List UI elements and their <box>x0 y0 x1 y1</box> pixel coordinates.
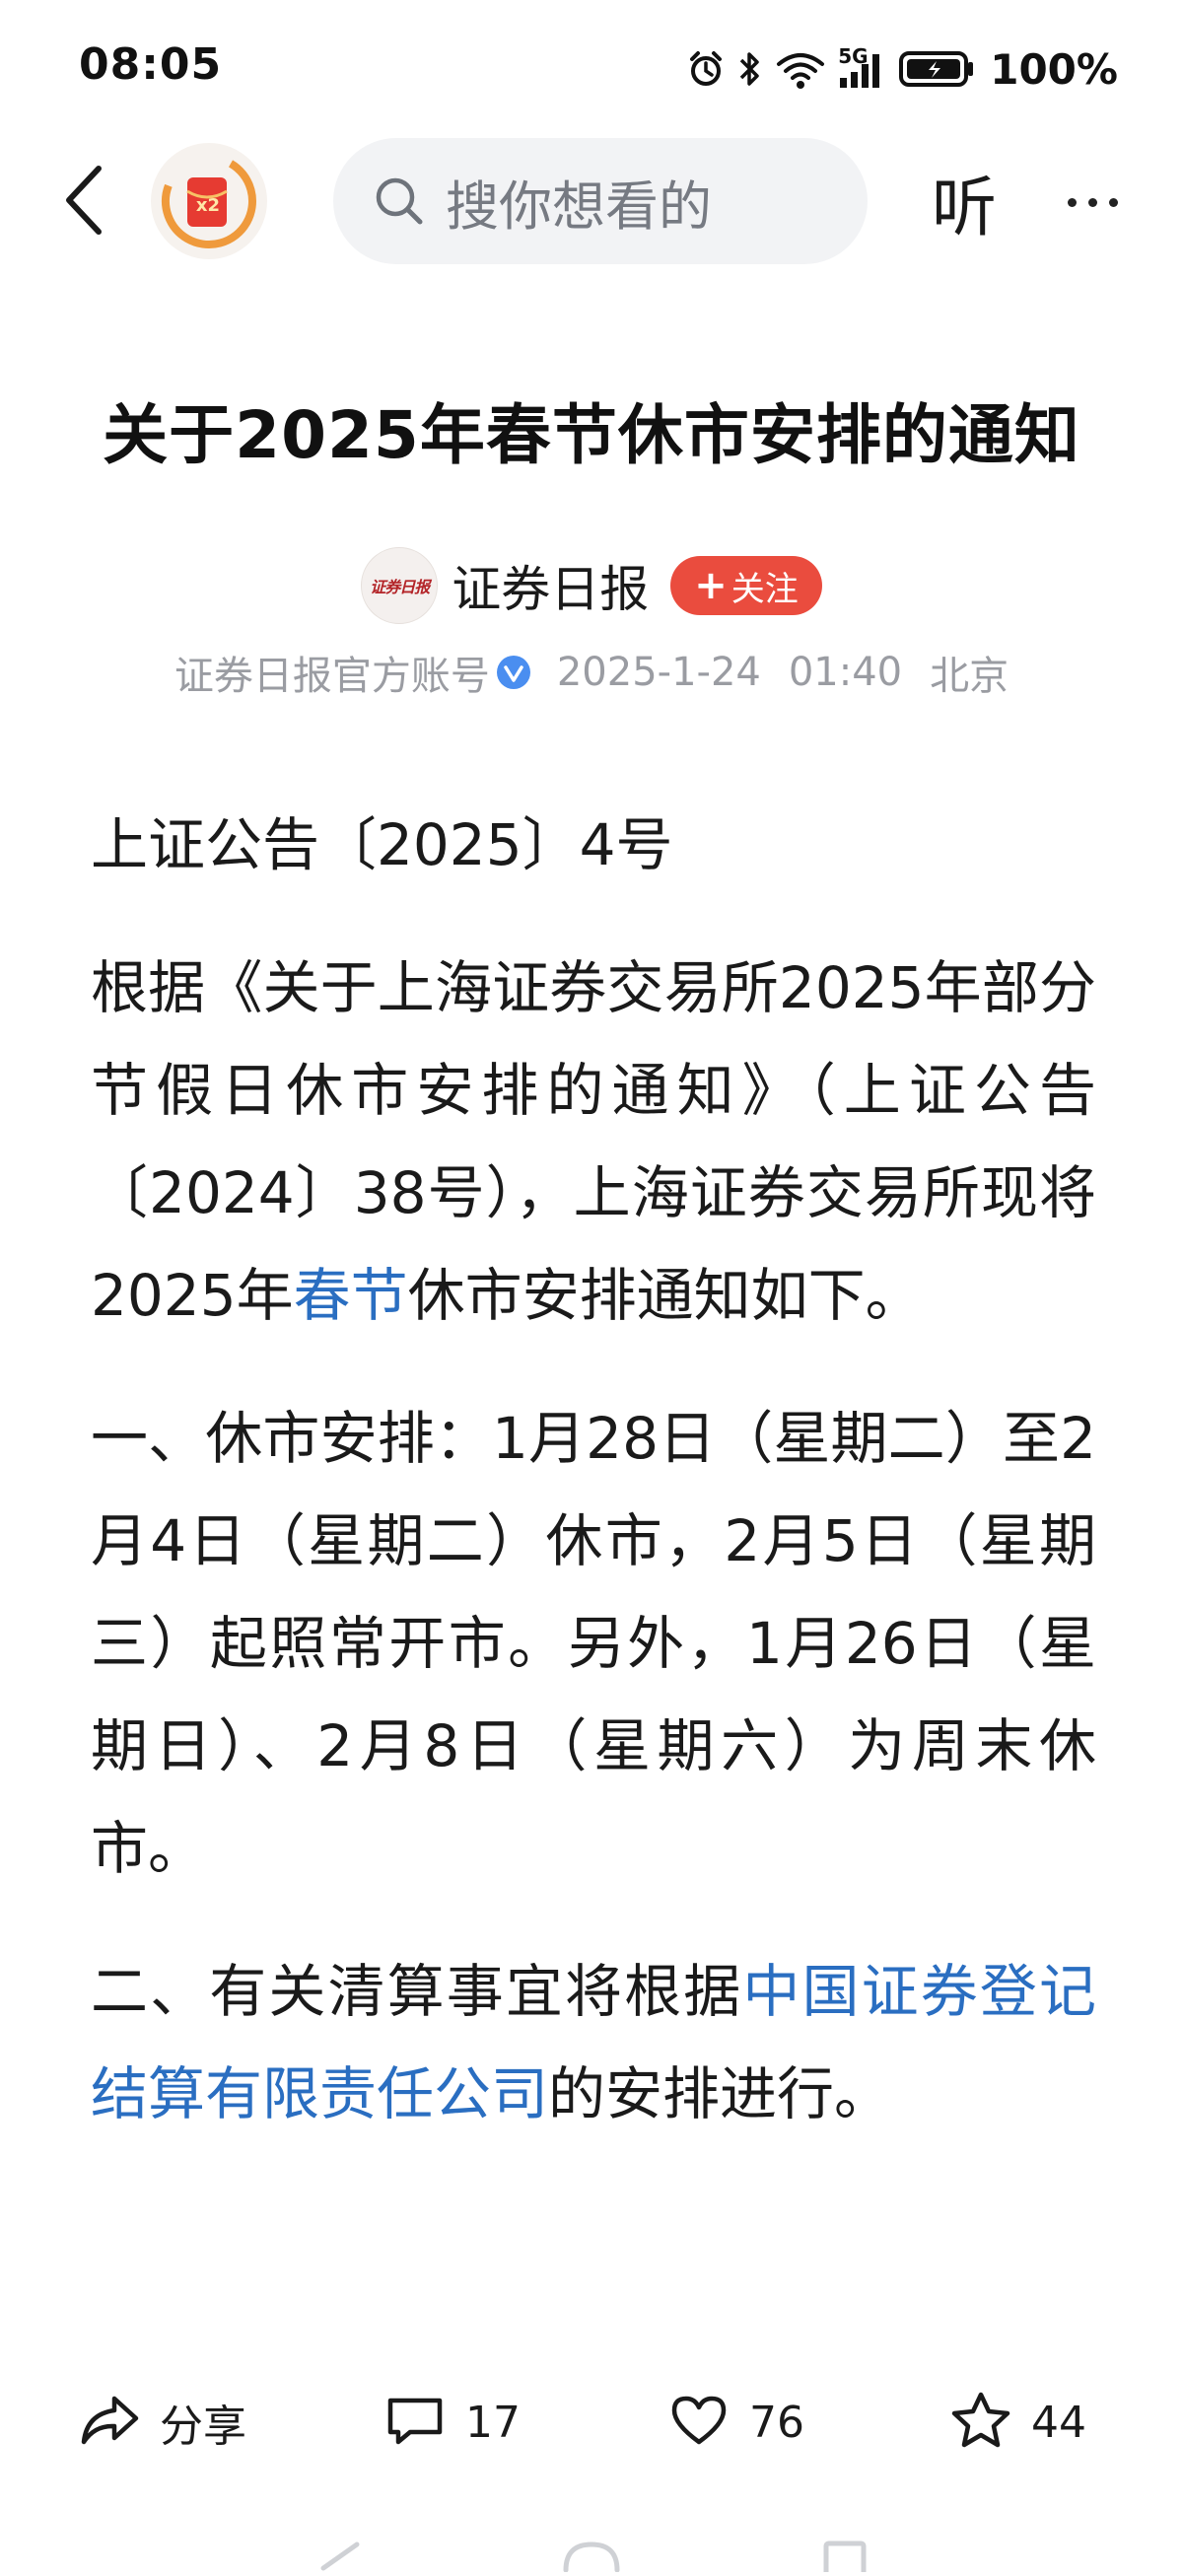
comment-button[interactable]: 17 <box>384 2383 521 2462</box>
paragraph-4-text-a: 二、有关清算事宜将根据 <box>91 1958 743 2025</box>
top-nav: x2 搜你想看的 听 <box>0 138 1183 266</box>
article-paragraph-2: 根据《关于上海证券交易所2025年部分节假日休市安排的通知》（上证公告〔2024… <box>91 937 1096 1347</box>
bluetooth-icon <box>737 48 763 90</box>
action-bar: 分享 17 76 44 <box>0 2359 1183 2483</box>
battery-percent: 100% <box>990 44 1118 94</box>
heart-icon <box>668 2393 730 2452</box>
publish-location: 北京 <box>930 654 1009 699</box>
system-recents-icon[interactable] <box>822 2541 868 2576</box>
like-count: 76 <box>749 2397 804 2448</box>
reward-multiplier: x2 <box>195 195 221 216</box>
article-title: 关于2025年春节休市安排的通知 <box>103 397 1080 473</box>
paragraph-4-text-b: 的安排进行。 <box>548 2060 892 2127</box>
article-body: 上证公告〔2025〕4号 根据《关于上海证券交易所2025年部分节假日休市安排的… <box>91 794 1096 2332</box>
author-avatar-logo: 证券日报 <box>370 578 430 596</box>
system-nav-bar <box>0 2483 1183 2573</box>
back-button[interactable] <box>49 163 118 242</box>
author-avatar[interactable]: 证券日报 <box>361 547 439 624</box>
status-time: 08:05 <box>79 39 223 90</box>
red-packet-icon: x2 <box>160 152 258 250</box>
author-name[interactable]: 证券日报 <box>452 550 649 621</box>
more-dot <box>1087 197 1097 207</box>
author-row: 证券日报 证券日报 + 关注 <box>0 544 1183 627</box>
publish-date: 2025-1-24 <box>556 650 761 695</box>
plus-icon: + <box>694 563 728 608</box>
comment-bubble-icon <box>384 2393 446 2452</box>
collect-count: 44 <box>1031 2397 1086 2448</box>
follow-button[interactable]: + 关注 <box>670 556 822 615</box>
status-bar: 08:05 5G 100% <box>0 0 1183 138</box>
chevron-left-icon <box>61 163 106 242</box>
more-dot <box>1067 197 1077 207</box>
wifi-icon <box>775 48 826 90</box>
share-arrow-icon <box>79 2393 140 2452</box>
more-dots-icon[interactable] <box>1053 168 1132 237</box>
more-dot <box>1108 197 1118 207</box>
status-icons: 5G 100% <box>686 39 1118 99</box>
paragraph-2-text-b: 休市安排通知如下。 <box>407 1262 923 1329</box>
article-paragraph-1: 上证公告〔2025〕4号 <box>91 811 673 878</box>
spring-festival-link[interactable]: 春节 <box>294 1262 408 1329</box>
system-home-icon[interactable] <box>562 2541 621 2576</box>
battery-icon <box>899 49 974 89</box>
article-paragraph-3: 一、休市安排：1月28日（星期二）至2月4日（星期二）休市，2月5日（星期三）起… <box>91 1405 1096 1882</box>
account-label: 证券日报官方账号 <box>174 654 490 699</box>
search-input[interactable]: 搜你想看的 <box>333 138 868 264</box>
share-button[interactable]: 分享 <box>79 2383 246 2462</box>
article-meta: 证券日报官方账号 2025-1-24 01:40 北京 <box>0 643 1183 702</box>
search-icon <box>373 174 426 228</box>
share-label: 分享 <box>160 2402 246 2452</box>
reward-badge[interactable]: x2 <box>151 143 267 259</box>
article-paragraph-4: 二、有关清算事宜将根据中国证券登记结算有限责任公司的安排进行。 <box>91 1940 1096 2145</box>
cellular-signal-icon: 5G <box>838 44 887 90</box>
search-placeholder: 搜你想看的 <box>446 174 712 238</box>
like-button[interactable]: 76 <box>668 2383 804 2462</box>
comment-count: 17 <box>465 2397 521 2448</box>
network-type: 5G <box>838 44 869 68</box>
verified-badge-icon <box>496 655 531 690</box>
system-back-icon[interactable] <box>317 2541 363 2576</box>
star-icon <box>950 2391 1011 2454</box>
alarm-icon <box>686 49 726 89</box>
publish-time: 01:40 <box>788 650 903 695</box>
collect-button[interactable]: 44 <box>950 2383 1086 2462</box>
follow-label: 关注 <box>731 569 799 609</box>
listen-button[interactable]: 听 <box>925 158 1004 246</box>
